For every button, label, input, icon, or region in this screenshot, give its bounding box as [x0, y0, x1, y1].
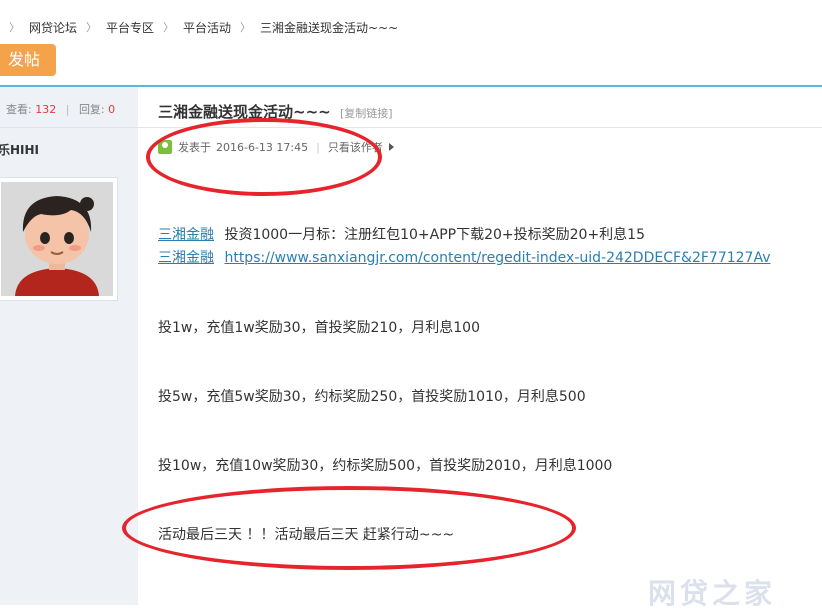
top-bar: 〉 网贷论坛 〉 平台专区 〉 平台活动 〉 三湘金融送现金活动~~~ 发帖 — [0, 0, 822, 86]
views-label: 查看: — [6, 103, 32, 116]
breadcrumb-separator: 〉 — [86, 21, 98, 34]
replies-label: 回复: — [78, 103, 105, 116]
copy-link-button[interactable]: [复制链接] — [340, 107, 393, 120]
new-post-button[interactable]: 发帖 — [0, 44, 56, 76]
thread-stats: 查看: 132 | 回复: 0 — [6, 101, 115, 117]
avatar[interactable] — [0, 177, 118, 301]
breadcrumb-item-platform-activity[interactable]: 平台活动 — [183, 19, 231, 36]
site-watermark: 网贷之家 — [648, 577, 777, 610]
annotation-ellipse-date — [146, 118, 382, 196]
avatar-image — [1, 182, 113, 296]
author-sidebar: 查看: 132 | 回复: 0 乐HIHI — [0, 87, 138, 605]
sidebar-divider — [0, 127, 138, 128]
content-line-4: 投5w，充值5w奖励30，约标奖励250，首投奖励1010，月利息500 — [158, 389, 586, 405]
avatar-illustration — [1, 182, 113, 296]
platform-link[interactable]: 三湘金融 — [158, 250, 214, 266]
content-line-2: 三湘金融 https://www.sanxiangjr.com/content/… — [158, 247, 771, 267]
breadcrumb-item-current[interactable]: 三湘金融送现金活动~~~ — [260, 19, 398, 36]
chevron-right-icon[interactable] — [388, 143, 394, 151]
breadcrumb-separator: 〉 — [163, 21, 175, 34]
content-line-5: 投10w，充值10w奖励30，约标奖励500，首投奖励2010，月利息1000 — [158, 458, 613, 474]
referral-url-link[interactable]: https://www.sanxiangjr.com/content/reged… — [224, 250, 770, 266]
breadcrumb-separator: 〉 — [9, 21, 20, 34]
breadcrumb-separator: 〉 — [240, 21, 252, 34]
content-line-1: 三湘金融 投资1000一月标：注册红包10+APP下载20+投标奖励20+利息1… — [158, 224, 645, 244]
replies-count: 0 — [108, 103, 116, 116]
content-line-3: 投1w，充值1w奖励30，首投奖励210，月利息100 — [158, 320, 480, 336]
content-text: 投资1000一月标：注册红包10+APP下载20+投标奖励20+利息15 — [224, 227, 645, 243]
breadcrumb-item-platform-zone[interactable]: 平台专区 — [106, 19, 154, 36]
breadcrumb-item-forum[interactable]: 网贷论坛 — [29, 19, 77, 36]
author-username[interactable]: 乐HIHI — [0, 141, 39, 158]
platform-link[interactable]: 三湘金融 — [158, 227, 214, 243]
stats-divider: | — [65, 103, 70, 116]
annotation-ellipse-notice — [122, 486, 576, 570]
breadcrumb: 〉 网贷论坛 〉 平台专区 〉 平台活动 〉 三湘金融送现金活动~~~ — [0, 18, 398, 36]
views-count: 132 — [35, 103, 57, 116]
